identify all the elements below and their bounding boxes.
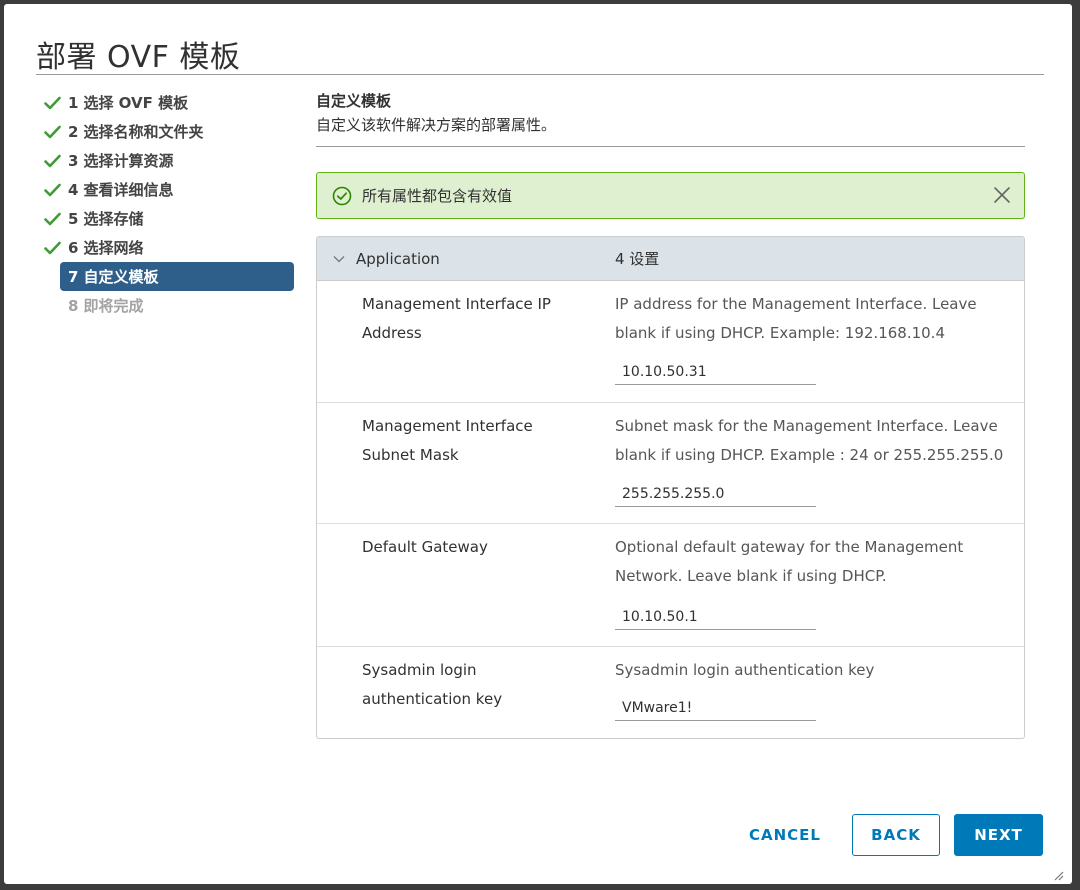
step-5-select-storage[interactable]: 5 选择存储 — [42, 204, 294, 233]
step-2-name-folder[interactable]: 2 选择名称和文件夹 — [42, 117, 294, 146]
step-label: 选择名称和文件夹 — [83, 123, 204, 141]
group-name: Application — [356, 249, 440, 268]
default-gateway-input[interactable] — [615, 604, 816, 630]
step-6-select-network[interactable]: 6 选择网络 — [42, 233, 294, 262]
main-content: 自定义模板 自定义该软件解决方案的部署属性。 所有属性都包含有效值 Applic… — [316, 90, 1026, 739]
subnet-mask-input[interactable] — [615, 481, 816, 507]
check-icon — [44, 212, 68, 226]
step-8-ready-to-complete: 8 即将完成 — [60, 291, 294, 320]
step-4-review-details[interactable]: 4 查看详细信息 — [42, 175, 294, 204]
dialog-title: 部署 OVF 模板 — [36, 40, 241, 75]
step-number: 3 — [68, 151, 79, 170]
step-3-compute-resource[interactable]: 3 选择计算资源 — [42, 146, 294, 175]
section-title: 自定义模板 — [316, 92, 392, 110]
close-icon[interactable] — [992, 185, 1012, 205]
step-number: 1 — [68, 93, 79, 112]
property-row-subnet-mask: Management Interface Subnet Mask Subnet m… — [317, 403, 1024, 524]
step-number: 8 — [68, 296, 79, 315]
check-icon — [44, 241, 68, 255]
step-number: 7 — [68, 267, 79, 286]
property-label: Sysadmin login authentication key — [362, 661, 503, 708]
group-header-application[interactable]: Application 4 设置 — [317, 237, 1024, 281]
property-label: Management Interface Subnet Mask — [362, 417, 533, 464]
step-7-customize-template[interactable]: 7 自定义模板 — [60, 262, 294, 291]
deploy-ovf-dialog: 部署 OVF 模板 1 选择 OVF 模板 2 选择名称和文件夹 3 选择计算资… — [4, 4, 1072, 884]
success-circle-check-icon — [332, 186, 352, 206]
step-1-select-ovf[interactable]: 1 选择 OVF 模板 — [42, 88, 294, 117]
back-button[interactable]: BACK — [852, 814, 940, 856]
step-label: 选择计算资源 — [83, 152, 174, 170]
group-settings-count: 4 设置 — [615, 250, 660, 268]
section-description: 自定义该软件解决方案的部署属性。 — [316, 116, 557, 134]
step-number: 6 — [68, 238, 79, 257]
step-number: 5 — [68, 209, 79, 228]
property-row-mgmt-ip: Management Interface IP Address IP addres… — [317, 281, 1024, 403]
properties-grid: Application 4 设置 Management Interface IP… — [316, 236, 1025, 739]
sysadmin-key-input[interactable] — [615, 695, 816, 721]
property-row-default-gateway: Default Gateway Optional default gateway… — [317, 524, 1024, 647]
step-label: 即将完成 — [83, 297, 144, 315]
step-label: 选择 OVF 模板 — [83, 94, 189, 112]
property-label: Default Gateway — [362, 538, 488, 556]
property-description: Sysadmin login authentication key — [615, 661, 875, 679]
next-button[interactable]: NEXT — [954, 814, 1043, 856]
alert-message: 所有属性都包含有效值 — [362, 187, 513, 205]
title-divider — [36, 74, 1044, 75]
step-number: 2 — [68, 122, 79, 141]
property-description: IP address for the Management Interface.… — [615, 295, 977, 342]
property-description: Optional default gateway for the Managem… — [615, 538, 964, 585]
property-row-sysadmin-key: Sysadmin login authentication key Sysadmi… — [317, 647, 1024, 738]
step-label: 自定义模板 — [83, 268, 159, 286]
property-description: Subnet mask for the Management Interface… — [615, 417, 1004, 464]
step-label: 选择存储 — [83, 210, 144, 228]
check-icon — [44, 183, 68, 197]
success-alert: 所有属性都包含有效值 — [316, 172, 1025, 219]
resize-handle-icon[interactable] — [1054, 866, 1064, 881]
cancel-button[interactable]: CANCEL — [737, 814, 833, 856]
step-label: 查看详细信息 — [83, 181, 174, 199]
check-icon — [44, 96, 68, 110]
content-divider — [316, 146, 1025, 147]
step-label: 选择网络 — [83, 239, 144, 257]
chevron-down-icon[interactable] — [333, 255, 353, 263]
property-label: Management Interface IP Address — [362, 295, 551, 342]
check-icon — [44, 125, 68, 139]
mgmt-ip-input[interactable] — [615, 359, 816, 385]
wizard-steps: 1 选择 OVF 模板 2 选择名称和文件夹 3 选择计算资源 4 查看详细信息… — [42, 88, 294, 320]
check-icon — [44, 154, 68, 168]
step-number: 4 — [68, 180, 79, 199]
